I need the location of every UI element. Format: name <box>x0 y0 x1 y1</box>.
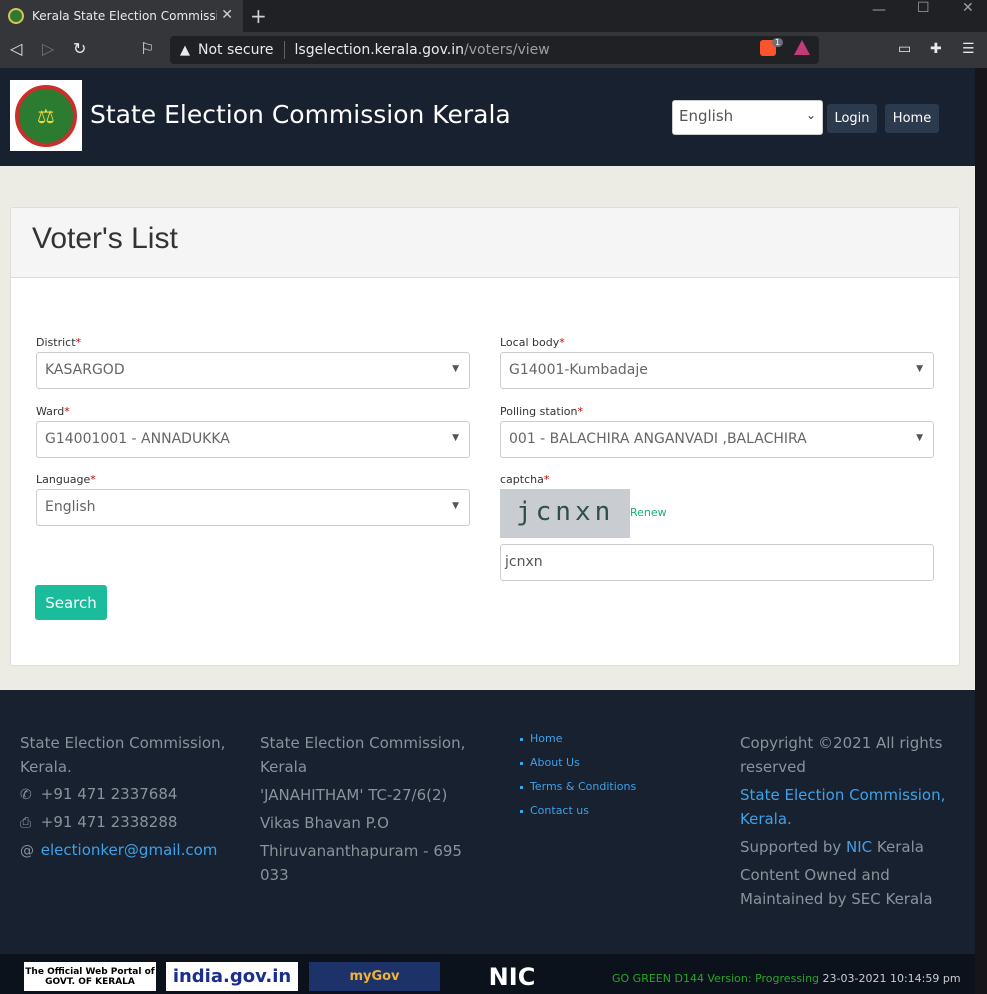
sec-emblem-icon: ⚖ <box>15 84 77 147</box>
minimize-icon[interactable]: — <box>872 2 886 18</box>
bookmark-icon[interactable]: ⚐ <box>140 39 154 58</box>
mygov-logo[interactable]: myGov <box>309 962 440 991</box>
sec-footer-link[interactable]: State Election Commission, Kerala. <box>740 783 945 831</box>
kerala-portal-logo[interactable]: The Official Web Portal of GOVT. OF KERA… <box>24 962 156 991</box>
search-button[interactable]: Search <box>35 585 107 620</box>
site-footer: State Election Commission, Kerala. ✆ +91… <box>0 690 975 954</box>
footer-copyright: Copyright ©2021 All rights reserved Stat… <box>740 734 946 908</box>
browser-tab-bar: Kerala State Election Commission ✕ + — ☐… <box>0 0 987 32</box>
language-select[interactable]: English ⌄ <box>672 100 823 135</box>
fax-icon: ⎙ <box>20 815 32 831</box>
footer-link-home[interactable]: Home <box>519 732 562 745</box>
url-host: lsgelection.kerala.gov.in <box>294 42 465 58</box>
chevron-down-icon: ⌄ <box>805 108 816 122</box>
captcha-image: jcnxn <box>500 489 630 538</box>
reload-icon[interactable]: ↻ <box>73 39 86 58</box>
login-button[interactable]: Login <box>827 104 877 133</box>
nic-logo[interactable]: NIC <box>452 962 572 991</box>
dropdown-arrow-icon: ▼ <box>916 433 923 443</box>
district-label: District* <box>36 336 82 349</box>
url-path: /voters/view <box>464 42 550 58</box>
footer-phone: ✆ +91 471 2337684 <box>20 785 178 803</box>
back-icon[interactable]: ◁ <box>10 39 22 58</box>
forward-icon[interactable]: ▷ <box>42 39 54 58</box>
maximize-icon[interactable]: ☐ <box>917 0 930 16</box>
shield-count-badge: 1 <box>772 38 784 47</box>
menu-icon[interactable]: ☰ <box>962 41 975 57</box>
sec-logo[interactable]: ⚖ <box>10 80 82 151</box>
warning-icon: ▲ <box>180 42 190 58</box>
security-label[interactable]: Not secure <box>198 42 274 58</box>
window-close-icon[interactable]: ✕ <box>962 0 974 16</box>
language-label: Language* <box>36 473 96 486</box>
address-bar[interactable]: ▲ Not secure lsgelection.kerala.gov.in /… <box>170 36 819 64</box>
extension-icon[interactable]: ▭ <box>898 41 911 57</box>
footer-fax: ⎙ +91 471 2338288 <box>20 813 178 831</box>
home-button[interactable]: Home <box>885 104 939 133</box>
footer-org-name: State Election Commission, Kerala. <box>20 734 226 776</box>
dropdown-arrow-icon: ▼ <box>452 501 459 511</box>
version-info: GO GREEN D144 Version: Progressing 23-03… <box>612 972 961 985</box>
site-title: State Election Commission Kerala <box>90 100 511 129</box>
captcha-input[interactable]: jcnxn <box>500 544 934 581</box>
dropdown-arrow-icon: ▼ <box>452 364 459 374</box>
site-header: ⚖ State Election Commission Kerala Engli… <box>0 68 975 166</box>
polling-station-label: Polling station* <box>500 405 583 418</box>
dropdown-arrow-icon: ▼ <box>916 364 923 374</box>
dropdown-arrow-icon: ▼ <box>452 433 459 443</box>
page-scrollbar[interactable] <box>975 68 987 994</box>
browser-tab[interactable]: Kerala State Election Commission ✕ <box>0 0 243 32</box>
supported-by: Supported by NIC Kerala <box>740 838 924 856</box>
local-body-label: Local body* <box>500 336 565 349</box>
footer-address: State Election Commission, Kerala 'JANAH… <box>260 734 466 884</box>
local-body-select[interactable]: G14001-Kumbadaje ▼ <box>500 352 934 389</box>
web-page: ⚖ State Election Commission Kerala Engli… <box>0 68 975 994</box>
timestamp: 23-03-2021 10:14:59 pm <box>822 972 961 985</box>
email-link[interactable]: electionker@gmail.com <box>41 841 218 859</box>
close-tab-icon[interactable]: ✕ <box>221 7 233 23</box>
browser-toolbar: ◁ ▷ ↻ ⚐ ▲ Not secure lsgelection.kerala.… <box>0 32 987 68</box>
card-header: Voter's List <box>11 208 959 278</box>
voters-list-card: Voter's List District* KASARGOD ▼ Local b… <box>10 207 960 666</box>
at-icon: @ <box>20 843 34 859</box>
new-tab-icon[interactable]: + <box>250 4 267 28</box>
favicon-icon <box>8 8 24 24</box>
footer-link-contact[interactable]: Contact us <box>520 804 589 817</box>
india-gov-logo[interactable]: india.gov.in <box>166 962 298 991</box>
polling-station-select[interactable]: 001 - BALACHIRA ANGANVADI ,BALACHIRA ▼ <box>500 421 934 458</box>
footer-link-terms[interactable]: Terms & Conditions <box>519 780 636 793</box>
tab-title: Kerala State Election Commission <box>32 9 217 23</box>
partner-logo-bar: The Official Web Portal of GOVT. OF KERA… <box>0 954 975 994</box>
phone-icon: ✆ <box>20 787 32 803</box>
footer-email: @ electionker@gmail.com <box>20 841 217 859</box>
page-title: Voter's List <box>32 222 178 255</box>
nic-link[interactable]: NIC <box>846 838 872 856</box>
footer-link-about[interactable]: About Us <box>520 756 580 769</box>
brave-rewards-icon[interactable] <box>794 40 810 55</box>
district-select[interactable]: KASARGOD ▼ <box>36 352 470 389</box>
renew-captcha-link[interactable]: Renew <box>630 506 667 519</box>
puzzle-icon[interactable]: ✚ <box>930 41 942 57</box>
language-form-select[interactable]: English ▼ <box>36 489 470 526</box>
ward-select[interactable]: G14001001 - ANNADUKKA ▼ <box>36 421 470 458</box>
ward-label: Ward* <box>36 405 70 418</box>
captcha-label: captcha* <box>500 473 550 486</box>
